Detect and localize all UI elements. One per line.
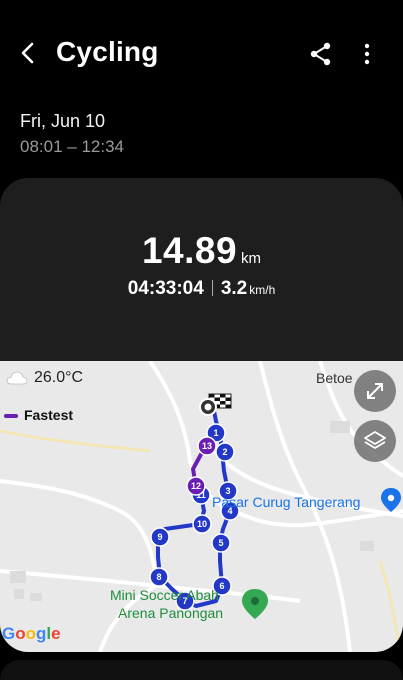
speed-unit: km/h	[249, 283, 276, 297]
google-logo: Google	[2, 624, 61, 643]
expand-icon	[367, 383, 383, 399]
svg-text:12: 12	[191, 481, 201, 491]
route-legend: Fastest	[4, 407, 73, 423]
fastest-swatch	[4, 414, 18, 419]
more-options-button[interactable]	[354, 39, 380, 69]
place-label-betoe: Betoe	[316, 370, 353, 386]
stats-row: 04:33:04 3.2 km/h	[0, 278, 403, 300]
place-label-pasar: Pasar Curug Tangerang	[212, 494, 361, 510]
session-time-range: 08:01 – 12:34	[20, 137, 124, 156]
svg-text:9: 9	[157, 532, 162, 542]
place-label-mini-soccer: Mini Soccer Abah	[110, 587, 219, 603]
svg-text:1: 1	[213, 428, 218, 438]
speed-value: 3.2	[220, 278, 248, 299]
route-marker: 8	[149, 567, 169, 587]
weather-info: 26.0°C	[6, 369, 83, 387]
share-icon	[310, 42, 331, 66]
route-map[interactable]: 1 2 3 4 5 6 7 8 9 10 11 12 13 26.0°C Fas…	[0, 361, 403, 652]
svg-text:5: 5	[218, 538, 223, 548]
route-marker: 10	[192, 514, 212, 534]
cloud-icon	[6, 371, 28, 385]
map-layers-button[interactable]	[354, 420, 396, 462]
temperature-value: 26.0°C	[34, 369, 84, 386]
stats-divider	[211, 280, 213, 296]
share-button[interactable]	[306, 39, 336, 69]
summary-card: 14.89 km 04:33:04 3.2 km/h 1 2 3 4 5 6 7…	[0, 178, 403, 652]
route-marker: 9	[150, 527, 170, 547]
next-card-edge	[0, 660, 403, 680]
back-button[interactable]	[14, 38, 44, 68]
legend-label: Fastest	[24, 407, 74, 423]
duration-value: 04:33:04	[127, 278, 204, 299]
back-arrow-icon	[21, 42, 34, 64]
page-title: Cycling	[56, 36, 159, 67]
svg-text:13: 13	[202, 441, 212, 451]
route-marker: 12	[186, 476, 206, 496]
distance-unit: km	[241, 250, 262, 267]
svg-text:8: 8	[156, 572, 161, 582]
svg-text:2: 2	[222, 447, 227, 457]
more-vertical-icon	[364, 43, 370, 65]
distance-display: 14.89 km	[0, 230, 403, 272]
distance-value: 14.89	[141, 230, 238, 271]
expand-map-button[interactable]	[354, 370, 396, 412]
route-marker: 5	[211, 533, 231, 553]
place-label-arena: Arena Panongan	[118, 605, 224, 621]
app-header: Cycling	[0, 0, 403, 100]
session-date: Fri, Jun 10	[20, 111, 106, 131]
svg-text:6: 6	[219, 581, 224, 591]
route-marker: 2	[215, 442, 235, 462]
svg-text:10: 10	[197, 519, 207, 529]
layers-icon	[364, 431, 386, 449]
route-marker: 13	[197, 436, 217, 456]
